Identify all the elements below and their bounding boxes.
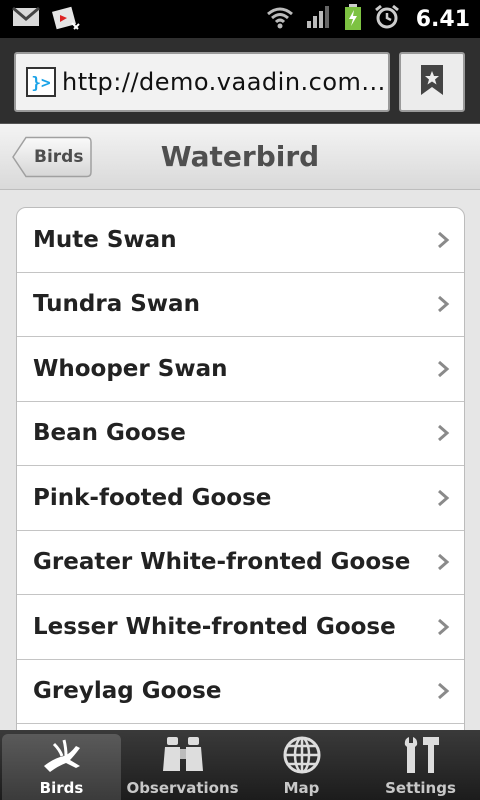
tab-label: Observations	[126, 779, 239, 797]
tab-bar: Birds Observations Map Settings	[0, 730, 480, 800]
status-bar: 6.41	[0, 0, 480, 38]
list-item[interactable]: Pink-footed Goose	[17, 466, 464, 531]
bookmark-button[interactable]	[399, 52, 465, 112]
list-item-label: Bean Goose	[33, 420, 186, 447]
list-item[interactable]: Whooper Swan	[17, 337, 464, 402]
list-item[interactable]: Greater White-fronted Goose	[17, 531, 464, 595]
content-area[interactable]: Mute Swan Tundra Swan Whooper Swan Bean …	[0, 190, 480, 730]
list-item[interactable]: Greylag Goose	[17, 660, 464, 724]
alarm-icon	[374, 4, 400, 34]
binoculars-icon	[161, 733, 205, 777]
tab-map[interactable]: Map	[242, 730, 361, 800]
clock: 6.41	[415, 6, 470, 32]
gmail-icon[interactable]	[12, 6, 40, 32]
notification-icons	[12, 5, 82, 33]
url-field[interactable]: }> http://demo.vaadin.com...	[14, 52, 390, 112]
list-item-label: Mute Swan	[33, 226, 177, 253]
chevron-right-icon	[438, 489, 450, 506]
chevron-right-icon	[438, 296, 450, 313]
battery-charging-icon	[344, 4, 362, 34]
url-text[interactable]: http://demo.vaadin.com...	[62, 68, 386, 96]
wifi-icon	[266, 5, 294, 33]
vaadin-favicon-icon: }>	[26, 67, 56, 97]
tab-label: Birds	[39, 779, 84, 797]
list-item[interactable]: Bean Goose	[17, 402, 464, 466]
chevron-right-icon	[438, 554, 450, 571]
list-item[interactable]: Mute Swan	[17, 208, 464, 273]
tab-observations[interactable]: Observations	[123, 730, 242, 800]
video-notification-icon[interactable]	[52, 3, 82, 35]
signal-icon	[306, 5, 332, 33]
page-title: Waterbird	[160, 140, 320, 173]
chevron-right-icon	[438, 618, 450, 635]
browser-toolbar: }> http://demo.vaadin.com...	[0, 38, 480, 124]
list-item-label: Pink-footed Goose	[33, 484, 272, 511]
tab-label: Map	[283, 779, 320, 797]
globe-icon	[280, 733, 324, 777]
list-item-label: Tundra Swan	[33, 291, 200, 318]
list-item-label: Lesser White-fronted Goose	[33, 613, 396, 640]
bird-list: Mute Swan Tundra Swan Whooper Swan Bean …	[16, 207, 465, 730]
tab-label: Settings	[385, 779, 456, 797]
bookmark-icon	[419, 64, 445, 100]
chevron-right-icon	[438, 683, 450, 700]
list-item[interactable]: Tundra Swan	[17, 273, 464, 337]
chevron-right-icon	[438, 231, 450, 248]
tab-birds[interactable]: Birds	[2, 734, 121, 800]
chevron-right-icon	[438, 425, 450, 442]
list-item[interactable]: Lesser White-fronted Goose	[17, 595, 464, 660]
navigation-bar: Birds Waterbird	[0, 124, 480, 190]
tools-icon	[399, 733, 443, 777]
bird-icon	[40, 734, 84, 777]
system-icons: 6.41	[266, 4, 470, 34]
list-item-label: Greater White-fronted Goose	[33, 549, 411, 576]
tab-settings[interactable]: Settings	[361, 730, 480, 800]
chevron-right-icon	[438, 360, 450, 377]
list-item-label: Whooper Swan	[33, 355, 228, 382]
list-item-label: Greylag Goose	[33, 678, 222, 705]
